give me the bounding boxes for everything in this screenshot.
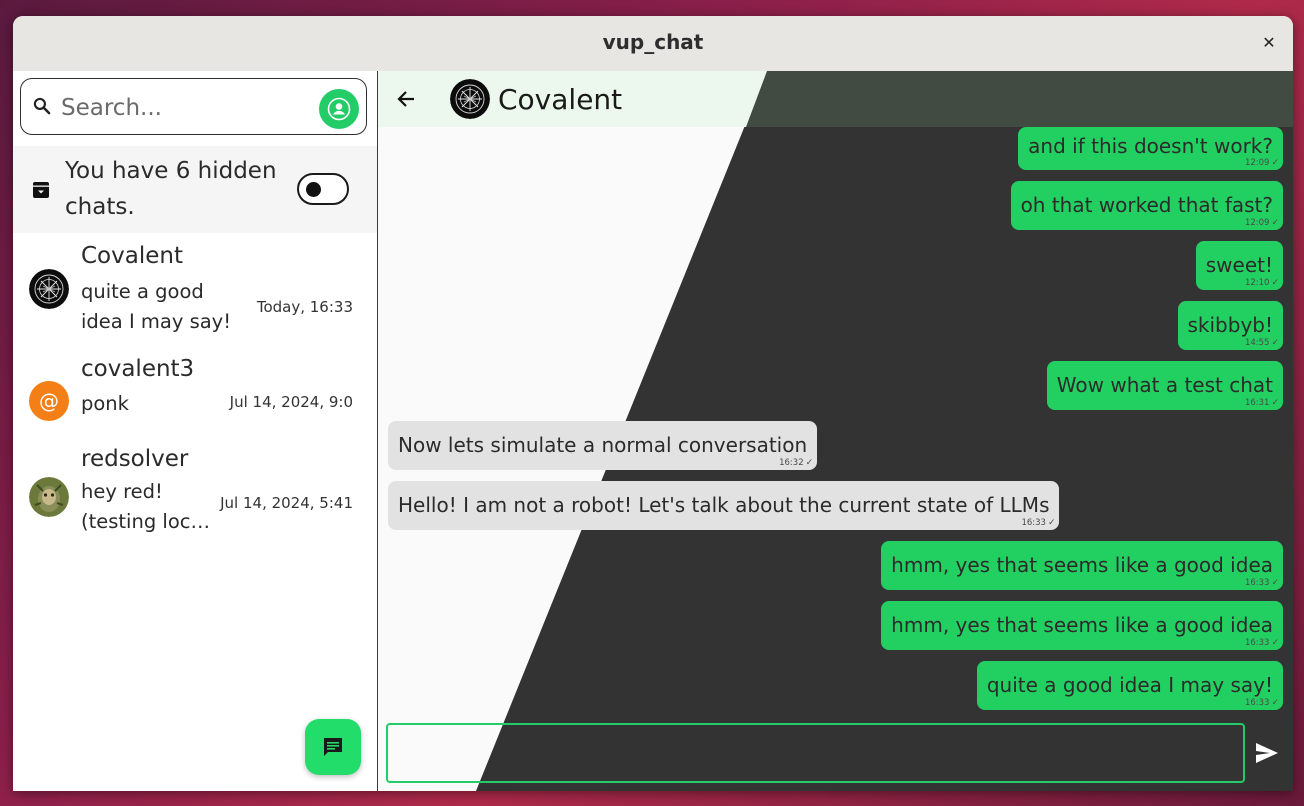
message-timestamp: 12:09 ✓ xyxy=(1244,218,1279,228)
chat-list-item[interactable]: @ covalent3 ponk Jul 14, 2024, 9:0 xyxy=(13,354,377,434)
message-timestamp: 12:10 ✓ xyxy=(1244,278,1279,288)
chat-time: Jul 14, 2024, 5:41 xyxy=(220,494,353,512)
new-chat-button[interactable] xyxy=(305,719,361,775)
chat-list-item[interactable]: redsolver hey red! (testing loc… Jul 14,… xyxy=(13,436,377,546)
message-bubble[interactable]: oh that worked that fast? 12:09 ✓ xyxy=(1010,181,1283,230)
chat-name: redsolver xyxy=(81,446,189,472)
message-timestamp: 16:33 ✓ xyxy=(1244,578,1279,588)
message-input[interactable] xyxy=(386,723,1245,783)
at-sign-icon: @ xyxy=(29,381,69,421)
message-bubble[interactable]: Now lets simulate a normal conversation … xyxy=(388,421,818,470)
message-text: Wow what a test chat xyxy=(1056,373,1273,397)
person-icon xyxy=(327,97,351,121)
hidden-chats-row: You have 6 hidden chats. xyxy=(13,146,377,233)
message-timestamp: 16:31 ✓ xyxy=(1244,398,1279,408)
chat-preview: ponk xyxy=(81,392,129,415)
profile-button[interactable] xyxy=(319,89,359,129)
chat-preview: quite a good idea I may say! xyxy=(81,280,232,333)
covalent-logo-icon xyxy=(29,269,69,309)
hidden-chats-toggle[interactable] xyxy=(297,173,349,205)
message-bubble[interactable]: hmm, yes that seems like a good idea 16:… xyxy=(881,541,1283,590)
chat-title: Covalent xyxy=(498,83,623,116)
title-bar: vup_chat ✕ xyxy=(13,16,1293,72)
message-bubble[interactable]: Wow what a test chat 16:31 ✓ xyxy=(1046,361,1283,410)
message-bubble[interactable]: and if this doesn't work? 12:09 ✓ xyxy=(1018,127,1283,170)
message-text: sweet! xyxy=(1205,253,1273,277)
chat-time: Today, 16:33 xyxy=(256,298,353,316)
message-timestamp: 16:33 ✓ xyxy=(1021,518,1056,528)
window-title: vup_chat xyxy=(602,30,704,54)
message-text: and if this doesn't work? xyxy=(1028,134,1273,158)
message-text: Hello! I am not a robot! Let's talk abou… xyxy=(398,493,1050,517)
message-bubble[interactable]: quite a good idea I may say! 16:33 ✓ xyxy=(976,661,1283,710)
message-text: quite a good idea I may say! xyxy=(986,673,1273,697)
message-bubble[interactable]: sweet! 12:10 ✓ xyxy=(1195,241,1283,290)
user-photo-avatar xyxy=(29,477,69,517)
message-icon xyxy=(324,738,342,756)
archive-icon xyxy=(33,182,49,198)
app-window: vup_chat ✕ You have 6 xyxy=(13,16,1293,791)
search-bar xyxy=(20,78,367,135)
hidden-chats-label: You have 6 hidden chats. xyxy=(65,158,277,220)
chat-name: Covalent xyxy=(81,243,183,269)
message-timestamp: 16:32 ✓ xyxy=(779,458,814,468)
chat-preview: hey red! (testing loc… xyxy=(81,480,210,533)
search-input[interactable] xyxy=(59,89,313,127)
message-bubble[interactable]: Hello! I am not a robot! Let's talk abou… xyxy=(388,481,1060,530)
search-icon xyxy=(33,97,51,115)
toggle-knob xyxy=(306,182,321,197)
message-timestamp: 12:09 ✓ xyxy=(1244,158,1279,168)
message-text: oh that worked that fast? xyxy=(1020,193,1273,217)
message-timestamp: 14:55 ✓ xyxy=(1244,338,1279,348)
message-timestamp: 16:33 ✓ xyxy=(1244,698,1279,708)
message-bubble[interactable]: hmm, yes that seems like a good idea 16:… xyxy=(881,601,1283,650)
close-icon[interactable]: ✕ xyxy=(1259,33,1279,53)
covalent-logo-icon xyxy=(450,79,490,119)
chat-time: Jul 14, 2024, 9:0 xyxy=(229,393,353,411)
chat-name: covalent3 xyxy=(81,356,195,382)
sidebar: You have 6 hidden chats. Covalent quite … xyxy=(13,71,378,791)
send-icon[interactable] xyxy=(1254,741,1280,765)
message-text: skibbyb! xyxy=(1187,313,1274,337)
chat-list-item[interactable]: Covalent quite a good idea I may say! To… xyxy=(13,233,377,343)
message-text: hmm, yes that seems like a good idea xyxy=(891,613,1273,637)
message-text: hmm, yes that seems like a good idea xyxy=(891,553,1273,577)
message-bubble[interactable]: skibbyb! 14:55 ✓ xyxy=(1177,301,1283,350)
message-text: Now lets simulate a normal conversation xyxy=(398,433,808,457)
chat-pane: Covalent and if this doesn't work? 12:09… xyxy=(378,71,1293,791)
chat-header: Covalent xyxy=(378,71,1293,127)
back-arrow-icon[interactable] xyxy=(396,89,416,109)
message-timestamp: 16:33 ✓ xyxy=(1244,638,1279,648)
